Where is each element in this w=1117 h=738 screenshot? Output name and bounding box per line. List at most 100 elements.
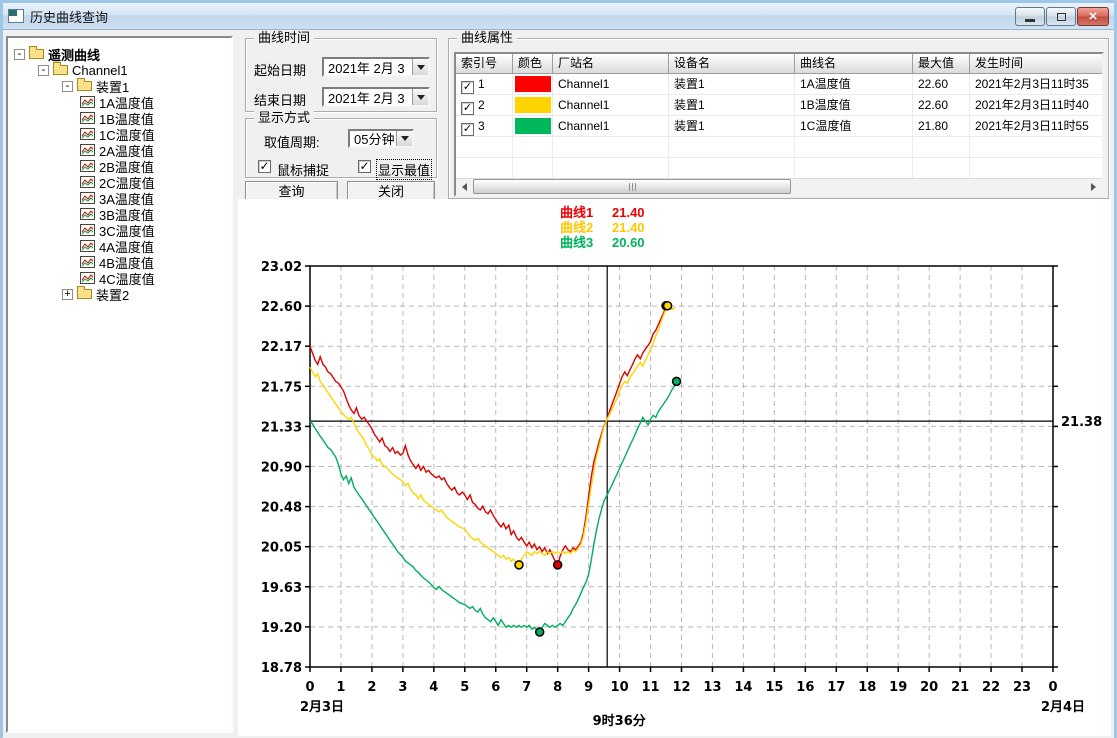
table-cell: 2021年2月3日11时35 <box>970 74 1103 95</box>
table-cell: 装置1 <box>669 116 795 137</box>
start-date-select[interactable]: 2021年 2月 3 <box>322 57 430 77</box>
curve-icon <box>80 192 95 204</box>
period-select[interactable]: 05分钟 <box>348 129 414 148</box>
period-label: 取值周期: <box>264 132 320 151</box>
expand-toggle[interactable]: - <box>38 65 49 76</box>
curve-properties-group: 曲线属性 索引号颜色厂站名设备名曲线名最大值发生时间 ✓1Channel1装置1… <box>448 38 1109 199</box>
x-tick-label: 8 <box>553 680 562 695</box>
table-cell: Channel1 <box>553 116 669 137</box>
table-cell <box>456 137 513 158</box>
legend-value: 21.40 <box>612 220 645 235</box>
tree-item-folder[interactable]: +装置2 <box>10 286 229 302</box>
curve-tree[interactable]: -遥测曲线-Channel1-装置11A温度值1B温度值1C温度值2A温度值2B… <box>6 36 233 733</box>
close-button[interactable]: × <box>1077 7 1109 26</box>
column-header[interactable]: 厂站名 <box>553 54 669 74</box>
table-cell <box>513 116 553 137</box>
scrollbar-thumb[interactable] <box>473 179 791 194</box>
table-cell: 22.60 <box>913 74 970 95</box>
legend-value: 21.40 <box>612 205 645 220</box>
table-row[interactable] <box>456 158 1102 179</box>
curve-icon <box>80 208 95 220</box>
table-row[interactable]: ✓3Channel1装置11C温度值21.802021年2月3日11时55 <box>456 116 1102 137</box>
scroll-right-button[interactable] <box>1085 179 1102 195</box>
table-cell <box>970 137 1103 158</box>
y-tick-label: 23.02 <box>261 260 302 275</box>
expand-toggle[interactable]: - <box>62 81 73 92</box>
column-header[interactable]: 发生时间 <box>970 54 1103 74</box>
folder-icon <box>77 289 92 299</box>
maximize-icon <box>1057 13 1066 21</box>
folder-icon <box>77 81 92 91</box>
column-header[interactable]: 最大值 <box>913 54 970 74</box>
table-cell <box>913 137 970 158</box>
folder-icon <box>53 65 68 75</box>
y-tick-label: 21.75 <box>261 380 302 395</box>
maximize-button[interactable] <box>1046 7 1076 26</box>
column-header[interactable]: 曲线名 <box>795 54 913 74</box>
tree-item-label: 遥测曲线 <box>48 45 100 64</box>
y-tick-label: 22.60 <box>261 300 302 315</box>
max-marker-3 <box>673 377 681 385</box>
show-extremes-checkbox[interactable]: ✓ <box>358 160 371 173</box>
start-date-label: 起始日期 <box>254 60 306 79</box>
table-body: ✓1Channel1装置11A温度值22.602021年2月3日11时35✓2C… <box>456 74 1102 179</box>
legend-value: 20.60 <box>612 235 645 250</box>
mouse-capture-checkbox[interactable]: ✓ <box>258 160 271 173</box>
table-cell <box>456 158 513 179</box>
legend-name: 曲线1 <box>560 205 612 220</box>
end-date-select[interactable]: 2021年 2月 3 <box>322 87 430 107</box>
mouse-capture-label: 鼠标捕捉 <box>277 160 329 179</box>
display-mode-group: 显示方式 取值周期: 05分钟 ✓ 鼠标捕捉 ✓ 显示最值 <box>245 118 437 178</box>
x-tick-label: 23 <box>1013 680 1031 695</box>
x-tick-label: 2 <box>367 680 376 695</box>
tree-item-folder[interactable]: - 遥测曲线 <box>10 46 229 62</box>
period-value: 05分钟 <box>350 129 396 148</box>
x-tick-label: 16 <box>796 680 814 695</box>
chart-canvas[interactable]: 23.0222.6022.1721.7521.3320.9020.4820.05… <box>238 199 1111 736</box>
h-scrollbar[interactable] <box>456 178 1102 195</box>
column-header[interactable]: 索引号 <box>456 54 513 74</box>
window-title: 历史曲线查询 <box>30 7 108 26</box>
x-tick-label: 4 <box>429 680 438 695</box>
table-cell: 22.60 <box>913 95 970 116</box>
dropdown-arrow-icon[interactable] <box>412 59 428 75</box>
table-row[interactable]: ✓1Channel1装置11A温度值22.602021年2月3日11时35 <box>456 74 1102 95</box>
scroll-left-button[interactable] <box>456 179 473 195</box>
row-checkbox[interactable]: ✓ <box>461 81 474 94</box>
expand-toggle[interactable]: + <box>62 289 73 300</box>
expand-toggle[interactable]: - <box>14 49 25 60</box>
y-tick-label: 22.17 <box>261 340 302 355</box>
min-marker-3 <box>536 628 544 636</box>
scrollbar-track[interactable] <box>473 179 1085 195</box>
table-row[interactable]: ✓2Channel1装置11B温度值22.602021年2月3日11时40 <box>456 95 1102 116</box>
color-swatch <box>515 76 551 92</box>
x-tick-label: 0 <box>1048 680 1057 695</box>
column-header[interactable]: 颜色 <box>513 54 553 74</box>
dropdown-arrow-icon[interactable] <box>412 89 428 105</box>
row-checkbox[interactable]: ✓ <box>461 102 474 115</box>
folder-icon <box>29 49 44 59</box>
curve-icon <box>80 176 95 188</box>
table-header-row: 索引号颜色厂站名设备名曲线名最大值发生时间 <box>456 54 1102 74</box>
x-tick-label: 6 <box>491 680 500 695</box>
dropdown-arrow-icon[interactable] <box>396 131 412 146</box>
client-area: -遥测曲线-Channel1-装置11A温度值1B温度值1C温度值2A温度值2B… <box>3 31 1114 738</box>
y-tick-label: 19.63 <box>261 581 302 596</box>
series-line-2 <box>310 306 675 565</box>
legend-item: 曲线320.60 <box>560 235 645 250</box>
curve-icon <box>80 112 95 124</box>
max-marker-2 <box>664 302 672 310</box>
column-header[interactable]: 设备名 <box>669 54 795 74</box>
minimize-icon <box>1025 19 1035 22</box>
y-tick-label: 20.90 <box>261 461 302 476</box>
table-cell <box>513 95 553 116</box>
chart-legend: 曲线121.40 曲线221.40 曲线320.60 <box>560 205 645 250</box>
row-checkbox[interactable]: ✓ <box>461 123 474 136</box>
series-line-1 <box>310 306 672 565</box>
x-tick-label: 21 <box>951 680 969 695</box>
title-bar[interactable]: 历史曲线查询 × <box>3 3 1114 30</box>
minimize-button[interactable] <box>1015 7 1045 26</box>
table-row[interactable] <box>456 137 1102 158</box>
table-cell: ✓1 <box>456 74 513 95</box>
x-tick-label: 20 <box>920 680 938 695</box>
